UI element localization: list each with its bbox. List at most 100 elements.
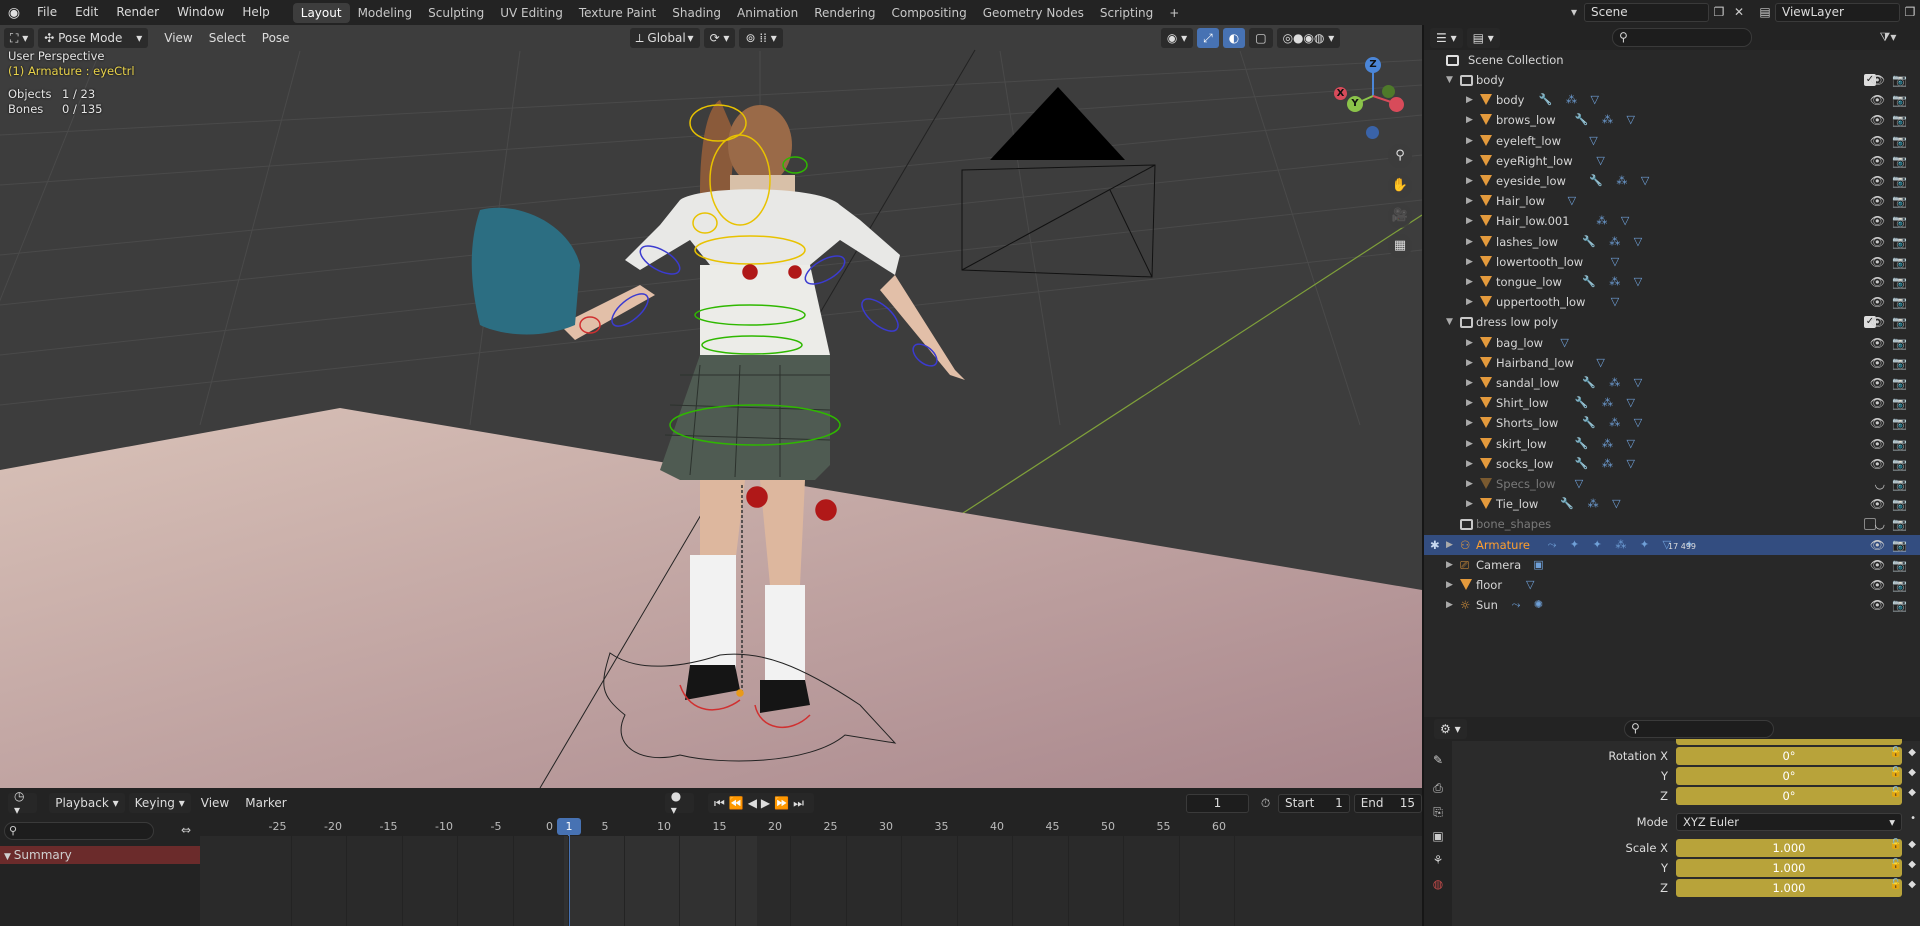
pivot-point-button[interactable]: ⟳ ▾ xyxy=(703,28,736,48)
modifier-data-icons[interactable]: 🔧 ⁂ ▽ xyxy=(1582,232,1647,252)
lock-icon[interactable]: 🔓 xyxy=(1890,879,1902,890)
disclosure-triangle-icon[interactable]: ▶ xyxy=(1466,454,1478,474)
disclosure-triangle-icon[interactable]: ▶ xyxy=(1446,535,1458,555)
menu-file[interactable]: File xyxy=(28,0,66,25)
menu-select[interactable]: Select xyxy=(203,28,252,48)
disclosure-triangle-icon[interactable]: ▶ xyxy=(1466,292,1478,312)
modifier-data-icons[interactable]: ▣ xyxy=(1533,555,1548,575)
menu-window[interactable]: Window xyxy=(168,0,233,25)
swap-icon[interactable]: ⇔ xyxy=(176,821,196,840)
modifier-data-icons[interactable]: 🔧 ⁂ ▽ xyxy=(1582,373,1647,393)
outliner-row[interactable]: ▶ floor ▽ 👁📷 xyxy=(1424,575,1920,595)
gizmo-neg-y-axis[interactable] xyxy=(1382,85,1395,98)
modifier-data-icons[interactable]: 🔧 ⁂ ▽ xyxy=(1589,171,1654,191)
current-frame-field[interactable]: 1 xyxy=(1185,793,1250,813)
menu-help[interactable]: Help xyxy=(233,0,278,25)
3d-viewport[interactable]: ⛶ ▾ ✣ Pose Mode ▾ View Select Pose ⟂ Glo… xyxy=(0,25,1422,788)
modifier-data-icons[interactable]: ▽ xyxy=(1575,474,1588,494)
dopesheet-region[interactable]: -25 -20 -15 -10 -5 0 5 10 15 20 25 30 35 40 45 50 55 60 1 xyxy=(200,818,1422,926)
world-tab-icon[interactable]: ◍ xyxy=(1428,875,1448,894)
disclosure-triangle-icon[interactable]: ▼ xyxy=(1446,312,1458,332)
modifier-data-icons[interactable]: 🔧 ⁂ ▽ xyxy=(1575,434,1640,454)
disclosure-triangle-icon[interactable]: ▶ xyxy=(1466,434,1478,454)
scene-browse-icon[interactable]: ▾ xyxy=(1564,3,1584,22)
keyframe-icon[interactable]: ◆ xyxy=(1908,767,1916,778)
visibility-render-icons[interactable]: 👁📷 xyxy=(1870,151,1914,171)
record-button[interactable]: ● ▾ xyxy=(664,789,694,817)
gizmo-neg-z-axis[interactable] xyxy=(1366,126,1379,139)
stopwatch-icon[interactable]: ⏱ xyxy=(1257,794,1274,813)
visibility-render-icons[interactable]: 👁📷 xyxy=(1870,535,1914,555)
tab-modeling[interactable]: Modeling xyxy=(350,3,421,23)
disclosure-triangle-icon[interactable]: ▶ xyxy=(1466,272,1478,292)
snap-button[interactable]: ⊚ ⁞⁞ ▾ xyxy=(739,28,783,48)
viewlayer-browse-icon[interactable]: ▤ xyxy=(1755,3,1775,22)
outliner-row[interactable]: ▶ body 🔧 ⁂ ▽ 👁📷 xyxy=(1424,90,1920,110)
outliner-row[interactable]: ▶ eyeside_low 🔧 ⁂ ▽ 👁📷 xyxy=(1424,171,1920,191)
modifier-data-icons[interactable]: ▽ xyxy=(1611,252,1624,272)
channel-search-input[interactable]: ⚲ xyxy=(4,822,154,840)
viewlayer-name-field[interactable]: ViewLayer xyxy=(1775,3,1900,22)
start-frame-field[interactable]: Start 1 xyxy=(1278,793,1350,813)
modifier-data-icons[interactable]: ▽ xyxy=(1589,131,1602,151)
modifier-data-icons[interactable]: ▽ xyxy=(1560,333,1573,353)
modifier-data-icons[interactable]: ▽ xyxy=(1568,191,1581,211)
outliner-row[interactable]: ▶ Shirt_low 🔧 ⁂ ▽ 👁📷 xyxy=(1424,393,1920,413)
disclosure-triangle-icon[interactable]: ▶ xyxy=(1466,211,1478,231)
outliner-row[interactable]: ▶ Hair_low ▽ 👁📷 xyxy=(1424,191,1920,211)
outliner-row[interactable]: bone_shapes ◡📷 xyxy=(1424,514,1920,534)
display-mode-button[interactable]: ▤ ▾ xyxy=(1466,27,1500,48)
gizmo-z-axis[interactable]: Z xyxy=(1365,57,1381,73)
visibility-render-icons[interactable]: ◡📷 xyxy=(1875,514,1914,534)
visibility-render-icons[interactable]: 👁📷 xyxy=(1870,454,1914,474)
copy-viewlayer-icon[interactable]: ❐ xyxy=(1900,3,1920,22)
disclosure-triangle-icon[interactable]: ▶ xyxy=(1466,232,1478,252)
disclosure-triangle-icon[interactable]: ▶ xyxy=(1466,474,1478,494)
menu-render[interactable]: Render xyxy=(107,0,168,25)
modifier-data-icons[interactable]: ⤳ ✺ xyxy=(1512,595,1549,615)
modifier-data-icons[interactable]: 🔧 ⁂ ▽ xyxy=(1582,413,1647,433)
menu-pose[interactable]: Pose xyxy=(256,28,296,48)
rotation-y-field[interactable]: 0° xyxy=(1676,767,1902,785)
visibility-render-icons[interactable]: 👁📷 xyxy=(1870,312,1914,332)
properties-editor-type-button[interactable]: ⚙ ▾ xyxy=(1434,719,1467,739)
visibility-button[interactable]: ◉ ▾ xyxy=(1160,28,1194,48)
output-tab-icon[interactable]: ⎘ xyxy=(1428,803,1448,822)
tab-shading[interactable]: Shading xyxy=(664,3,729,23)
modifier-data-icons[interactable]: 🔧 ⁂ ▽ xyxy=(1582,272,1647,292)
modifier-data-icons[interactable]: ▽ xyxy=(1596,151,1609,171)
tool-tab-icon[interactable]: ✎ xyxy=(1428,751,1448,770)
disclosure-triangle-icon[interactable]: ▶ xyxy=(1466,90,1478,110)
outliner-row[interactable]: ▶ socks_low 🔧 ⁂ ▽ 👁📷 xyxy=(1424,454,1920,474)
outliner-row[interactable]: ▶ bag_low ▽ 👁📷 xyxy=(1424,333,1920,353)
tab-uv-editing[interactable]: UV Editing xyxy=(492,3,571,23)
visibility-render-icons[interactable]: 👁📷 xyxy=(1870,595,1914,615)
timeline-view-menu[interactable]: View xyxy=(195,793,235,813)
disclosure-triangle-icon[interactable]: ▶ xyxy=(1466,252,1478,272)
outliner-row[interactable]: ▶ Tie_low 🔧 ⁂ ▽ 👁📷 xyxy=(1424,494,1920,514)
gizmo-x-axis[interactable]: X xyxy=(1334,87,1347,100)
overlay-toggle-button[interactable]: ◐ xyxy=(1222,28,1246,48)
keyframe-icon[interactable]: ◆ xyxy=(1908,859,1916,870)
disclosure-triangle-icon[interactable]: ▼ xyxy=(1446,70,1458,90)
tab-geometry-nodes[interactable]: Geometry Nodes xyxy=(975,3,1092,23)
gizmo-toggle-button[interactable]: ⤢ xyxy=(1197,28,1219,48)
transform-orientation-select[interactable]: ⟂ Global ▾ xyxy=(629,28,700,48)
outliner-row[interactable]: ▶ tongue_low 🔧 ⁂ ▽ 👁📷 xyxy=(1424,272,1920,292)
visibility-render-icons[interactable]: 👁📷 xyxy=(1870,292,1914,312)
tab-animation[interactable]: Animation xyxy=(729,3,806,23)
view-layer-tab-icon[interactable]: ▣ xyxy=(1428,827,1448,846)
visibility-render-icons[interactable]: 👁📷 xyxy=(1870,272,1914,292)
menu-view[interactable]: View xyxy=(158,28,198,48)
copy-scene-icon[interactable]: ❐ xyxy=(1709,3,1729,22)
visibility-render-icons[interactable]: 👁📷 xyxy=(1870,494,1914,514)
modifier-data-icons[interactable]: 🔧 ⁂ ▽ xyxy=(1575,454,1640,474)
disclosure-triangle-icon[interactable]: ▶ xyxy=(1446,555,1458,575)
visibility-render-icons[interactable]: 👁📷 xyxy=(1870,393,1914,413)
visibility-render-icons[interactable]: 👁📷 xyxy=(1870,90,1914,110)
disclosure-triangle-icon[interactable]: ▶ xyxy=(1466,373,1478,393)
visibility-render-icons[interactable]: 👁📷 xyxy=(1870,373,1914,393)
visibility-render-icons[interactable]: 👁📷 xyxy=(1870,232,1914,252)
scene-tab-icon[interactable]: ⚘ xyxy=(1428,851,1448,870)
disclosure-triangle-icon[interactable]: ▶ xyxy=(1466,110,1478,130)
